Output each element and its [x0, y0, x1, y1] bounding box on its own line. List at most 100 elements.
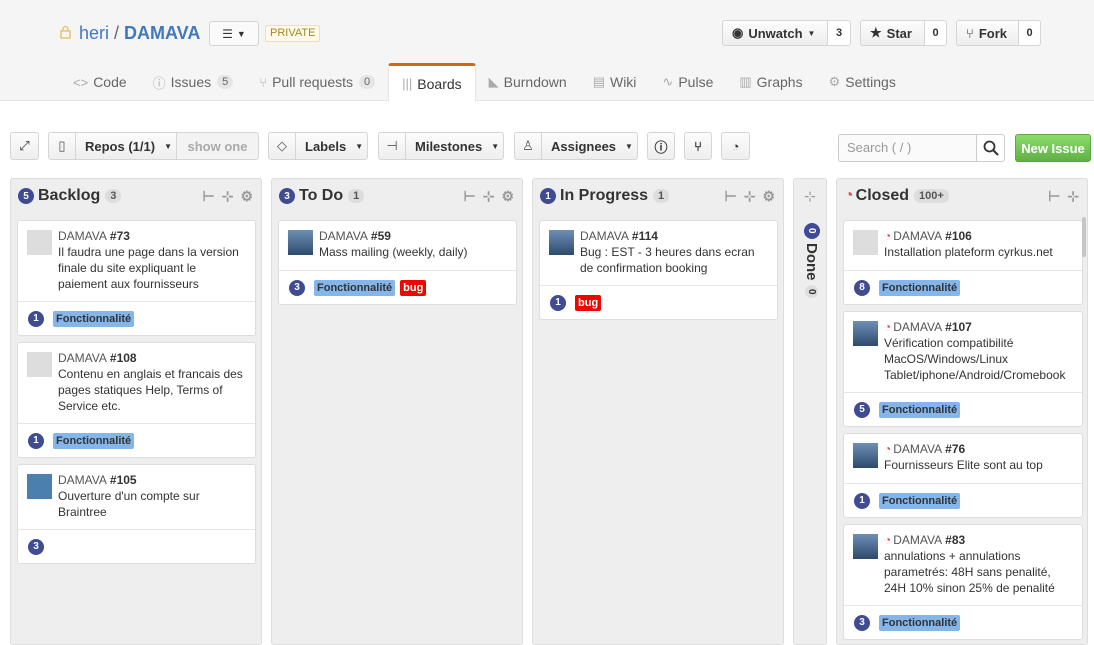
repo-name-link[interactable]: DAMAVA: [124, 23, 200, 44]
fork-button[interactable]: ⑂ Fork: [956, 20, 1019, 46]
fullscreen-button[interactable]: ⤢: [10, 132, 39, 160]
star-button[interactable]: ★ Star: [860, 20, 925, 46]
repo-title: heri / DAMAVA: [60, 22, 200, 44]
private-badge: PRIVATE: [265, 25, 321, 42]
card-number[interactable]: #108: [110, 351, 137, 365]
chevron-down-icon: ▼: [355, 141, 364, 151]
card-number[interactable]: #59: [371, 229, 391, 243]
milestones-dropdown[interactable]: ⊣ Milestones ▼: [378, 132, 504, 160]
avatar: [27, 474, 52, 499]
repo-list-button[interactable]: ☰ ▼: [209, 21, 259, 46]
card-repo: DAMAVA: [893, 320, 943, 334]
compress-icon[interactable]: ⊹: [483, 188, 495, 205]
new-issue-button[interactable]: New Issue: [1015, 134, 1091, 162]
issue-card[interactable]: ◔ DAMAVA #76 Fournisseurs Elite sont au to…: [843, 433, 1083, 518]
issue-card[interactable]: DAMAVA #59 Mass mailing (weekly, daily) 3…: [278, 220, 517, 305]
issue-opened-icon: ⓘ: [654, 139, 668, 155]
card-title[interactable]: Fournisseurs Elite sont au top: [884, 457, 1074, 473]
gear-icon[interactable]: ⚙: [762, 188, 775, 205]
tab-issues[interactable]: ⓘ Issues 5: [140, 63, 247, 101]
assignees-dropdown[interactable]: ♙ Assignees ▼: [514, 132, 638, 160]
issue-card[interactable]: ◔ DAMAVA #83 annulations + annulations par…: [843, 524, 1083, 640]
tab-burndown[interactable]: ◣ Burndown: [476, 63, 580, 101]
tab-boards[interactable]: ||| Boards: [388, 63, 476, 102]
search-input[interactable]: Search ( / ): [838, 134, 978, 162]
card-title[interactable]: Vérification compatibilité MacOS/Windows…: [884, 335, 1074, 383]
filter-closed-button[interactable]: ◔: [721, 132, 750, 160]
label-fonctionnalite[interactable]: Fonctionnalité: [53, 432, 135, 449]
compress-icon[interactable]: ⊹: [744, 188, 756, 205]
gear-icon[interactable]: ⚙: [240, 188, 253, 205]
tab-wiki[interactable]: ▤ Wiki: [580, 63, 650, 101]
card-number[interactable]: #105: [110, 473, 137, 487]
filter-issues-button[interactable]: ⓘ: [647, 132, 675, 160]
issue-closed-icon: ◔: [884, 320, 892, 334]
card-number[interactable]: #73: [110, 229, 130, 243]
column-number: 5: [18, 188, 34, 204]
label-fonctionnalite[interactable]: Fonctionnalité: [314, 279, 396, 296]
label-bug[interactable]: bug: [575, 294, 602, 311]
tab-code[interactable]: <> Code: [60, 63, 140, 101]
tab-graphs[interactable]: ▥ Graphs: [726, 63, 815, 101]
card-number[interactable]: #76: [945, 442, 965, 456]
tab-pull-requests[interactable]: ⑂ Pull requests 0: [246, 63, 388, 101]
card-title[interactable]: Ouverture d'un compte sur Braintree: [58, 488, 247, 520]
column-closed: ◔ Closed 100+ ⊢ ⊹ ◔ DAMAVA #106 Installatio…: [836, 178, 1088, 645]
label-fonctionnalite[interactable]: Fonctionnalité: [53, 310, 135, 327]
book-icon: ▤: [592, 74, 605, 89]
filter-pulls-button[interactable]: ⑂: [684, 132, 712, 160]
issue-card[interactable]: ◔ DAMAVA #107 Vérification compatibilité M…: [843, 311, 1083, 427]
fork-icon: ⑂: [966, 25, 974, 41]
card-number[interactable]: #106: [945, 229, 972, 243]
compress-icon[interactable]: ⊹: [1067, 188, 1079, 205]
star-count[interactable]: 0: [925, 20, 947, 46]
label-fonctionnalite[interactable]: Fonctionnalité: [879, 492, 961, 509]
repos-dropdown[interactable]: ▯ Repos (1/1) ▼: [48, 132, 177, 160]
column-number: 0: [803, 223, 820, 239]
label-bug[interactable]: bug: [400, 279, 427, 296]
card-number[interactable]: #107: [945, 320, 972, 334]
card-title[interactable]: Bug : EST - 3 heures dans ecran de confi…: [580, 244, 769, 276]
boards-icon: |||: [402, 76, 413, 91]
card-number[interactable]: #83: [945, 533, 965, 547]
label-fonctionnalite[interactable]: Fonctionnalité: [879, 279, 961, 296]
card-title[interactable]: Il faudra une page dans la version final…: [58, 244, 247, 292]
collapse-icon[interactable]: ⊢: [203, 188, 215, 205]
repo-owner-link[interactable]: heri: [79, 23, 109, 44]
graph-icon: ▥: [739, 74, 752, 89]
fork-count[interactable]: 0: [1019, 20, 1041, 46]
compress-icon[interactable]: ⊹: [222, 188, 234, 205]
card-title[interactable]: Mass mailing (weekly, daily): [319, 244, 508, 260]
gear-icon[interactable]: ⚙: [501, 188, 514, 205]
avatar: [853, 321, 878, 346]
card-number[interactable]: #114: [632, 229, 658, 243]
card-title[interactable]: annulations + annulations parametrés: 48…: [884, 548, 1074, 596]
fork-label: Fork: [978, 25, 1007, 41]
card-title[interactable]: Contenu en anglais et francais des pages…: [58, 366, 247, 414]
card-title[interactable]: Installation plateform cyrkus.net: [884, 244, 1074, 260]
column-done[interactable]: ⊹ 0 Done 0: [793, 178, 827, 645]
issue-card[interactable]: DAMAVA #73 Il faudra une page dans la ver…: [17, 220, 256, 336]
collapse-icon[interactable]: ⊢: [1048, 188, 1060, 205]
pull-request-icon: ⑂: [259, 74, 268, 90]
unwatch-button[interactable]: ◉ Unwatch ▼: [722, 20, 828, 46]
tab-settings[interactable]: ⚙ Settings: [816, 63, 909, 101]
show-one-button[interactable]: show one: [176, 132, 259, 160]
collapse-icon[interactable]: ⊢: [464, 188, 476, 205]
tab-graphs-label: Graphs: [756, 74, 803, 90]
issue-card[interactable]: DAMAVA #114 Bug : EST - 3 heures dans ecr…: [539, 220, 778, 320]
scrollbar[interactable]: [1082, 217, 1086, 257]
tag-icon: ◇: [269, 133, 296, 159]
issue-card[interactable]: DAMAVA #108 Contenu en anglais et francai…: [17, 342, 256, 458]
label-fonctionnalite[interactable]: Fonctionnalité: [879, 401, 961, 418]
collapse-icon[interactable]: ⊢: [725, 188, 737, 205]
compress-icon[interactable]: ⊹: [794, 188, 826, 205]
issue-card[interactable]: ◔ DAMAVA #106 Installation plateform cyrku…: [843, 220, 1083, 305]
watch-count[interactable]: 3: [828, 20, 851, 46]
column-title: In Progress: [560, 187, 649, 204]
labels-dropdown[interactable]: ◇ Labels ▼: [268, 132, 368, 160]
search-button[interactable]: [976, 134, 1005, 162]
label-fonctionnalite[interactable]: Fonctionnalité: [879, 614, 961, 631]
issue-card[interactable]: DAMAVA #105 Ouverture d'un compte sur Bra…: [17, 464, 256, 564]
tab-pulse[interactable]: ∿ Pulse: [649, 63, 726, 101]
